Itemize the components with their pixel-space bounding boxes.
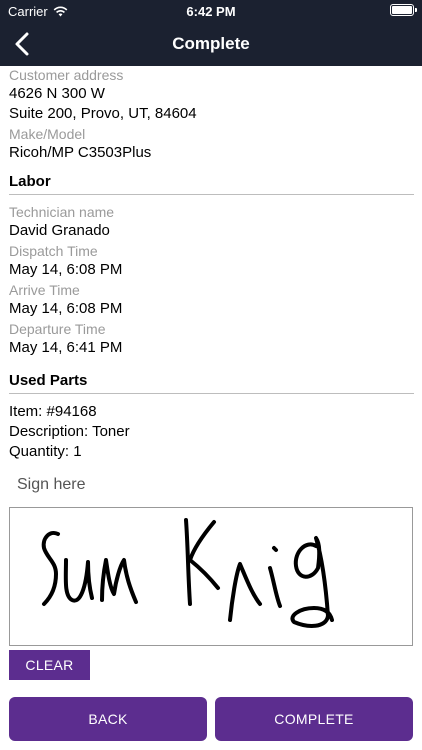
top-bar: Carrier 6:42 PM Complete (0, 0, 422, 66)
part-description: Description: Toner (9, 423, 130, 440)
departure-time-value: May 14, 6:41 PM (9, 339, 123, 356)
arrive-time-value: May 14, 6:08 PM (9, 300, 123, 317)
used-parts-divider (9, 393, 414, 394)
make-model-label: Make/Model (9, 126, 86, 142)
dispatch-time-value: May 14, 6:08 PM (9, 261, 123, 278)
sign-here-label: Sign here (17, 476, 86, 493)
work-order-details: Customer address 4626 N 300 W Suite 200,… (9, 66, 414, 462)
dispatch-time-label: Dispatch Time (9, 243, 98, 259)
page-title: Complete (172, 34, 250, 53)
signature-drawing (41, 518, 334, 628)
labor-section-title: Labor (9, 173, 51, 190)
status-time: 6:42 PM (186, 4, 236, 19)
battery-icon (390, 4, 417, 16)
part-quantity: Quantity: 1 (9, 443, 82, 460)
clear-signature-button[interactable]: CLEAR (9, 650, 90, 680)
departure-time-label: Departure Time (9, 321, 106, 337)
back-button[interactable]: BACK (9, 697, 207, 741)
used-parts-section-title: Used Parts (9, 372, 88, 389)
signature-pad[interactable] (9, 507, 413, 646)
customer-address-label: Customer address (9, 67, 124, 83)
customer-address-line2: Suite 200, Provo, UT, 84604 (9, 105, 197, 122)
complete-button[interactable]: COMPLETE (215, 697, 413, 741)
navigation-bar: Complete (0, 22, 422, 66)
technician-value: David Granado (9, 222, 110, 239)
customer-address-line1: 4626 N 300 W (9, 85, 105, 102)
arrive-time-label: Arrive Time (9, 282, 80, 298)
part-item: Item: #94168 (9, 403, 97, 420)
make-model-value: Ricoh/MP C3503Plus (9, 144, 152, 161)
status-bar: Carrier 6:42 PM (0, 0, 422, 22)
labor-divider (9, 194, 414, 195)
technician-label: Technician name (9, 204, 115, 220)
